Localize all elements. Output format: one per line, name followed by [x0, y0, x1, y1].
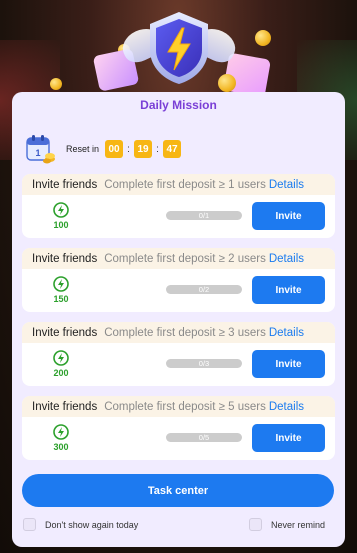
details-link[interactable]: Details	[269, 253, 304, 265]
timer-seconds: 47	[163, 140, 182, 158]
progress-bar: 0/2	[166, 285, 242, 294]
task-center-button[interactable]: Task center	[22, 474, 334, 507]
task-list[interactable]: Invite friends Complete first deposit ≥ …	[22, 174, 335, 460]
progress-text: 0/3	[198, 359, 210, 368]
timer-separator: :	[156, 143, 159, 155]
task-card: Invite friends Complete first deposit ≥ …	[22, 174, 335, 238]
never-remind-checkbox[interactable]	[249, 518, 262, 531]
task-condition: Complete first deposit ≥ 5 users	[104, 400, 266, 413]
dont-show-checkbox[interactable]	[23, 518, 36, 531]
dont-show-label: Don't show again today	[45, 519, 139, 530]
details-link[interactable]: Details	[269, 179, 304, 191]
lightning-coin-icon	[53, 202, 69, 218]
lightning-coin-icon	[53, 276, 69, 292]
progress-text: 0/5	[198, 433, 210, 442]
task-name: Invite friends	[32, 400, 98, 413]
timer-hours: 00	[105, 140, 124, 158]
invite-button[interactable]: Invite	[252, 350, 325, 378]
lightning-coin-icon	[53, 424, 69, 440]
reward-amount: 150	[53, 294, 69, 304]
task-condition: Complete first deposit ≥ 1 users	[104, 178, 266, 191]
dont-show-option[interactable]: Don't show again today	[23, 518, 138, 531]
svg-text:1: 1	[35, 148, 40, 158]
daily-mission-panel: Daily Mission 1 Reset in 00 : 19 : 47 In…	[12, 92, 345, 547]
task-card: Invite friends Complete first deposit ≥ …	[22, 322, 335, 386]
task-reward: 200	[50, 350, 72, 378]
never-remind-option[interactable]: Never remind	[249, 518, 325, 531]
task-condition: Complete first deposit ≥ 3 users	[104, 326, 266, 339]
coin-icon	[50, 78, 62, 90]
task-name: Invite friends	[32, 178, 98, 191]
details-link[interactable]: Details	[269, 401, 304, 413]
invite-button[interactable]: Invite	[252, 202, 325, 230]
lightning-shield-icon	[150, 12, 208, 84]
lightning-coin-icon	[53, 350, 69, 366]
task-condition: Complete first deposit ≥ 2 users	[104, 252, 266, 265]
never-remind-label: Never remind	[271, 519, 326, 530]
reward-amount: 300	[53, 442, 69, 452]
coin-icon	[255, 30, 271, 46]
progress-text: 0/1	[198, 211, 210, 220]
task-name: Invite friends	[32, 326, 98, 339]
reset-label: Reset in	[66, 144, 100, 154]
invite-button[interactable]: Invite	[252, 276, 325, 304]
reset-timer-row: 1 Reset in 00 : 19 : 47	[26, 134, 182, 164]
invite-button[interactable]: Invite	[252, 424, 325, 452]
task-card: Invite friends Complete first deposit ≥ …	[22, 248, 335, 312]
task-card: Invite friends Complete first deposit ≥ …	[22, 396, 335, 460]
task-reward: 150	[50, 276, 72, 304]
task-header: Invite friends Complete first deposit ≥ …	[22, 322, 335, 343]
progress-bar: 0/5	[166, 433, 242, 442]
task-reward: 100	[50, 202, 72, 230]
progress-bar: 0/1	[166, 211, 242, 220]
timer-minutes: 19	[134, 140, 153, 158]
details-link[interactable]: Details	[269, 327, 304, 339]
task-header: Invite friends Complete first deposit ≥ …	[22, 248, 335, 269]
timer-separator: :	[127, 143, 130, 155]
progress-text: 0/2	[198, 285, 210, 294]
panel-title: Daily Mission	[140, 98, 217, 112]
task-reward: 300	[50, 424, 72, 452]
progress-bar: 0/3	[166, 359, 242, 368]
calendar-icon: 1	[26, 135, 55, 164]
task-header: Invite friends Complete first deposit ≥ …	[22, 396, 335, 417]
task-name: Invite friends	[32, 252, 98, 265]
reward-amount: 100	[53, 220, 69, 230]
coin-icon	[218, 74, 236, 92]
task-header: Invite friends Complete first deposit ≥ …	[22, 174, 335, 195]
reward-amount: 200	[53, 368, 69, 378]
